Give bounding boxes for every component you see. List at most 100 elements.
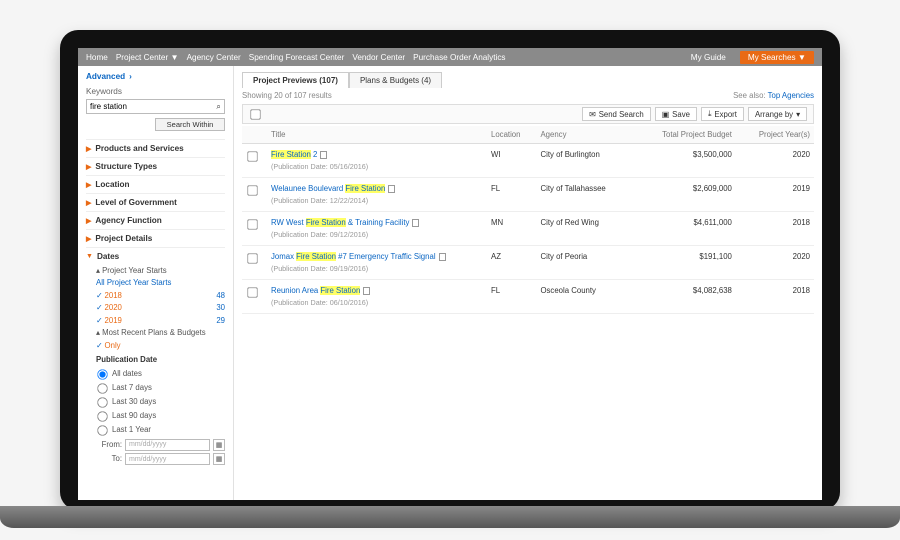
pys-label[interactable]: ▴ Project Year Starts	[96, 265, 225, 277]
col-agency[interactable]: Agency	[536, 126, 633, 144]
save-icon: ▣	[662, 110, 669, 119]
laptop-frame: Home Project Center ▼ Agency Center Spen…	[60, 30, 840, 510]
facet-dates-label: Dates	[97, 252, 119, 261]
save-button[interactable]: ▣Save	[655, 107, 697, 121]
project-link[interactable]: Jomax Fire Station #7 Emergency Traffic …	[271, 252, 436, 261]
from-label: From:	[96, 439, 122, 451]
advanced-link-label: Advanced	[86, 72, 125, 81]
publication-date: (Publication Date: 12/22/2014)	[271, 196, 483, 205]
calendar-icon[interactable]: ▦	[213, 439, 225, 451]
caret-right-icon: ▶	[86, 217, 91, 225]
facet-structure-label: Structure Types	[95, 162, 157, 171]
pubdate-label: Publication Date	[96, 354, 225, 366]
caret-right-icon: ▶	[86, 163, 91, 171]
cell-location: AZ	[487, 246, 536, 280]
facet-gov-level[interactable]: ▶Level of Government	[86, 193, 225, 211]
nav-my-searches-label: My Searches ▼	[748, 53, 806, 62]
facet-structure[interactable]: ▶ Structure Types	[86, 157, 225, 175]
document-icon[interactable]	[320, 151, 327, 159]
send-search-button[interactable]: ✉Send Search	[582, 107, 651, 121]
keywords-field-wrap[interactable]: ⌕	[86, 99, 225, 114]
document-icon[interactable]	[363, 287, 370, 295]
cell-agency: City of Tallahassee	[536, 178, 633, 212]
date-from-input[interactable]: mm/dd/yyyy	[125, 439, 210, 451]
results-main: Project Previews (107) Plans & Budgets (…	[234, 66, 822, 500]
document-icon[interactable]	[388, 185, 395, 193]
facet-dates[interactable]: ▼Dates	[86, 247, 225, 265]
nav-spending-forecast[interactable]: Spending Forecast Center	[249, 53, 345, 62]
cell-year: 2019	[736, 178, 814, 212]
nav-vendor-center[interactable]: Vendor Center	[352, 53, 405, 62]
all-pys-link[interactable]: All Project Year Starts	[96, 277, 225, 289]
facet-project-details[interactable]: ▶Project Details	[86, 229, 225, 247]
cell-budget: $191,100	[633, 246, 736, 280]
calendar-icon[interactable]: ▦	[213, 453, 225, 465]
to-label: To:	[96, 453, 122, 465]
document-icon[interactable]	[439, 253, 446, 261]
caret-right-icon: ▶	[86, 199, 91, 207]
keywords-label: Keywords	[86, 87, 225, 96]
nav-agency-center[interactable]: Agency Center	[187, 53, 241, 62]
chevron-right-icon: ›	[129, 72, 132, 81]
pys-2020[interactable]: 202030	[96, 302, 225, 314]
cell-location: MN	[487, 212, 536, 246]
facet-products-label: Products and Services	[95, 144, 183, 153]
nav-left-group: Home Project Center ▼ Agency Center Spen…	[86, 53, 683, 62]
search-within-button[interactable]: Search Within	[155, 118, 225, 131]
row-checkbox[interactable]	[247, 151, 257, 161]
col-year[interactable]: Project Year(s)	[736, 126, 814, 144]
tab-project-previews[interactable]: Project Previews (107)	[242, 72, 349, 88]
row-checkbox[interactable]	[247, 185, 257, 195]
pys-2018[interactable]: 201848	[96, 290, 225, 302]
col-budget[interactable]: Total Project Budget	[633, 126, 736, 144]
facet-agency-func[interactable]: ▶Agency Function	[86, 211, 225, 229]
row-checkbox[interactable]	[247, 253, 257, 263]
nav-my-searches[interactable]: My Searches ▼	[740, 51, 814, 64]
date-to-row: To: mm/dd/yyyy ▦	[96, 453, 225, 465]
project-link[interactable]: RW West Fire Station & Training Facility	[271, 218, 409, 227]
col-location[interactable]: Location	[487, 126, 536, 144]
top-agencies-link[interactable]: Top Agencies	[768, 91, 814, 100]
search-icon[interactable]: ⌕	[216, 102, 221, 112]
tab-plans-budgets[interactable]: Plans & Budgets (4)	[349, 72, 442, 88]
results-toolbar: ✉Send Search ▣Save ⤓Export Arrange by ▾	[242, 104, 814, 124]
facet-products[interactable]: ▶Products and Services	[86, 139, 225, 157]
radio-90d[interactable]: Last 90 days	[96, 410, 225, 423]
mrpb-label[interactable]: ▴ Most Recent Plans & Budgets	[96, 327, 225, 339]
facet-location[interactable]: ▶Location	[86, 175, 225, 193]
cell-year: 2020	[736, 144, 814, 178]
arrange-by-dropdown[interactable]: Arrange by ▾	[748, 107, 807, 121]
select-all-checkbox[interactable]	[250, 109, 260, 119]
project-link[interactable]: Reunion Area Fire Station	[271, 286, 360, 295]
table-row: RW West Fire Station & Training Facility…	[242, 212, 814, 246]
table-row: Jomax Fire Station #7 Emergency Traffic …	[242, 246, 814, 280]
pys-2019[interactable]: 201929	[96, 315, 225, 327]
nav-project-center[interactable]: Project Center ▼	[116, 53, 179, 62]
cell-agency: Osceola County	[536, 280, 633, 314]
radio-1y[interactable]: Last 1 Year	[96, 424, 225, 437]
document-icon[interactable]	[412, 219, 419, 227]
cell-budget: $2,609,000	[633, 178, 736, 212]
nav-my-guide[interactable]: My Guide	[691, 53, 726, 62]
row-checkbox[interactable]	[247, 287, 257, 297]
project-link[interactable]: Fire Station 2	[271, 150, 317, 159]
cell-location: FL	[487, 178, 536, 212]
keywords-input[interactable]	[90, 102, 190, 111]
mrpb-only[interactable]: Only	[96, 340, 225, 352]
table-row: Reunion Area Fire Station(Publication Da…	[242, 280, 814, 314]
radio-30d[interactable]: Last 30 days	[96, 396, 225, 409]
see-also: See also: Top Agencies	[733, 91, 814, 100]
advanced-link[interactable]: Advanced ›	[86, 72, 225, 81]
nav-po-analytics[interactable]: Purchase Order Analytics	[413, 53, 505, 62]
caret-right-icon: ▶	[86, 235, 91, 243]
top-navbar: Home Project Center ▼ Agency Center Spen…	[78, 48, 822, 66]
nav-home[interactable]: Home	[86, 53, 108, 62]
date-to-input[interactable]: mm/dd/yyyy	[125, 453, 210, 465]
project-link[interactable]: Welaunee Boulevard Fire Station	[271, 184, 385, 193]
radio-7d[interactable]: Last 7 days	[96, 382, 225, 395]
radio-all-dates[interactable]: All dates	[96, 368, 225, 381]
cell-agency: City of Burlington	[536, 144, 633, 178]
col-title[interactable]: Title	[267, 126, 487, 144]
export-button[interactable]: ⤓Export	[701, 107, 744, 121]
row-checkbox[interactable]	[247, 219, 257, 229]
